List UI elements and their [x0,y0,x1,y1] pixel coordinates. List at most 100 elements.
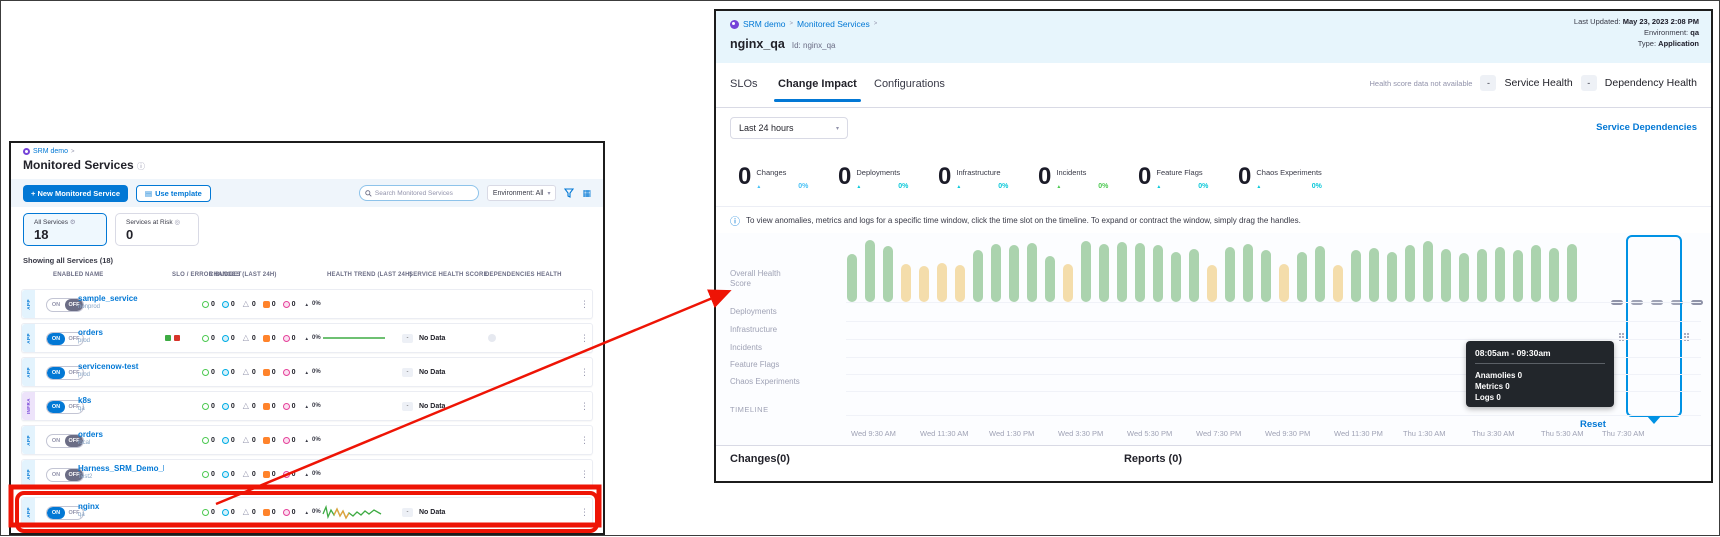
row-menu-button[interactable]: ⋮ [580,358,589,386]
filter-icon[interactable] [564,188,574,198]
health-score-bar[interactable] [1459,253,1469,302]
service-name-link[interactable]: Harness_SRM_Demo_E... [78,464,164,473]
health-score-bar[interactable] [1099,244,1109,302]
services-at-risk-card[interactable]: Services at Risk ◎ 0 [115,213,199,246]
change-count: 0 [252,471,256,478]
service-name-link[interactable]: k8s [78,396,164,405]
service-name-link[interactable]: servicenow-test [78,362,164,371]
use-template-button[interactable]: ▤ Use template [136,185,211,202]
slo-green-square [165,335,171,341]
health-score-bar[interactable] [901,264,911,302]
health-score-bar[interactable] [973,250,983,302]
health-score-bar[interactable] [919,266,929,302]
service-row[interactable]: APPONOFFHarness_SRM_Demo_E...Test200△000… [21,459,593,489]
health-score-bar[interactable] [865,240,875,302]
health-score-bar[interactable] [1297,252,1307,302]
tab-configurations[interactable]: Configurations [874,78,945,90]
new-monitored-service-button[interactable]: + New Monitored Service [23,185,128,202]
tab-slos[interactable]: SLOs [730,78,758,90]
all-services-card[interactable]: All Services ⚙ 18 [23,213,107,246]
health-score-bar[interactable] [991,244,1001,302]
timeline-tick-label: Thu 7:30 AM [1602,429,1645,438]
health-score-bar[interactable] [1063,264,1073,302]
service-row[interactable]: APPONOFFordersprod00△000▲0%-No Data⋮ [21,323,593,353]
health-score-bar[interactable] [1153,245,1163,302]
health-score-bar[interactable] [1027,243,1037,302]
health-score-bar[interactable] [1495,247,1505,302]
service-name-link[interactable]: nginx [78,502,164,511]
health-score-bar[interactable] [1225,247,1235,302]
health-score-bar[interactable] [1189,249,1199,302]
breadcrumb-project[interactable]: SRM demo [743,19,786,29]
breadcrumb-monitored-services[interactable]: Monitored Services [797,19,870,29]
health-score-bar[interactable] [1315,246,1325,302]
breadcrumb[interactable]: SRM demo > Monitored Services > [730,19,877,29]
service-name-link[interactable]: sample_service [78,294,164,303]
health-score-bar[interactable] [1351,250,1361,302]
chart-gridline [846,415,1701,416]
service-dependencies-link[interactable]: Service Dependencies [1596,122,1697,133]
timeline-selection-window[interactable] [1626,235,1682,417]
health-score-bar[interactable] [1171,252,1181,302]
time-range-select[interactable]: Last 24 hours ▾ [730,117,848,139]
row-menu-button[interactable]: ⋮ [580,426,589,454]
grid-view-icon[interactable]: ▦ [582,189,591,198]
health-score-bar[interactable] [1009,245,1019,302]
health-score-bar[interactable] [1405,245,1415,302]
service-row[interactable]: APPONOFFnginxqa00△000▲0%-No Data⋮ [21,497,593,527]
chart-gridline [846,321,1701,322]
health-score-bar[interactable] [1081,241,1091,302]
breadcrumb-project[interactable]: SRM demo [33,148,68,155]
service-name-link[interactable]: orders [78,430,164,439]
health-score-bar[interactable] [1387,252,1397,302]
health-score-bar[interactable] [1477,249,1487,302]
health-score-bar[interactable] [1423,241,1433,302]
row-menu-button[interactable]: ⋮ [580,460,589,488]
chaos-experiments-change-icon [283,509,290,516]
health-score-bar[interactable] [1333,265,1343,302]
health-score-bar[interactable] [883,246,893,302]
health-score-bar[interactable] [1531,245,1541,302]
health-score-bar[interactable] [1369,248,1379,302]
health-score-bar[interactable] [1045,256,1055,302]
service-row[interactable]: APPONOFFservicenow-testprod00△000▲0%-No … [21,357,593,387]
health-score-bar[interactable] [1567,244,1577,302]
service-name-link[interactable]: orders [78,328,164,337]
metric-label: Incidents [1056,168,1108,177]
health-score-bar[interactable] [1513,250,1523,302]
row-menu-button[interactable]: ⋮ [580,498,589,526]
row-menu-button[interactable]: ⋮ [580,392,589,420]
health-score-bar[interactable] [1243,244,1253,302]
service-row[interactable]: APPONOFFsample_servicenonprod00△000▲0%⋮ [21,289,593,319]
breadcrumb[interactable]: SRM demo > [23,148,75,155]
trend-percent: ▲0% [305,335,321,341]
service-row[interactable]: APPONOFForderslocal00△000▲0%⋮ [21,425,593,455]
health-score-bar[interactable] [937,263,947,302]
health-score-bar[interactable] [847,254,857,302]
health-score-bar[interactable] [1549,248,1559,302]
changes-cell: 00△000▲0% [202,358,321,386]
change-count: 0 [272,335,276,342]
srm-module-icon [730,20,739,29]
chaos-experiments-change-icon [283,369,290,376]
health-score-bar[interactable] [955,265,965,302]
health-score-note: Health score data not available [1370,79,1473,88]
change-count: 0 [292,509,296,516]
health-score-bar[interactable] [1207,265,1217,302]
search-input[interactable]: Search Monitored Services [359,185,479,201]
environment-filter-select[interactable]: Environment: All ▾ [487,185,557,201]
health-score-bar[interactable] [1135,243,1145,302]
change-count: 0 [292,335,296,342]
health-score-bar[interactable] [1117,242,1127,302]
service-row[interactable]: INFRAONOFFk8sqa00△000▲0%-No Data⋮ [21,391,593,421]
health-score-bar[interactable] [1441,249,1451,302]
metric-label: Changes [756,168,808,177]
health-score-bar[interactable] [1261,250,1271,302]
row-menu-button[interactable]: ⋮ [580,290,589,318]
reset-selection-link[interactable]: Reset [1580,419,1606,430]
chart-row-label: Chaos Experiments [730,377,800,386]
health-score-bar[interactable] [1279,264,1289,302]
service-type-badge: APP [22,358,35,386]
row-menu-button[interactable]: ⋮ [580,324,589,352]
tab-change-impact[interactable]: Change Impact [778,78,857,90]
